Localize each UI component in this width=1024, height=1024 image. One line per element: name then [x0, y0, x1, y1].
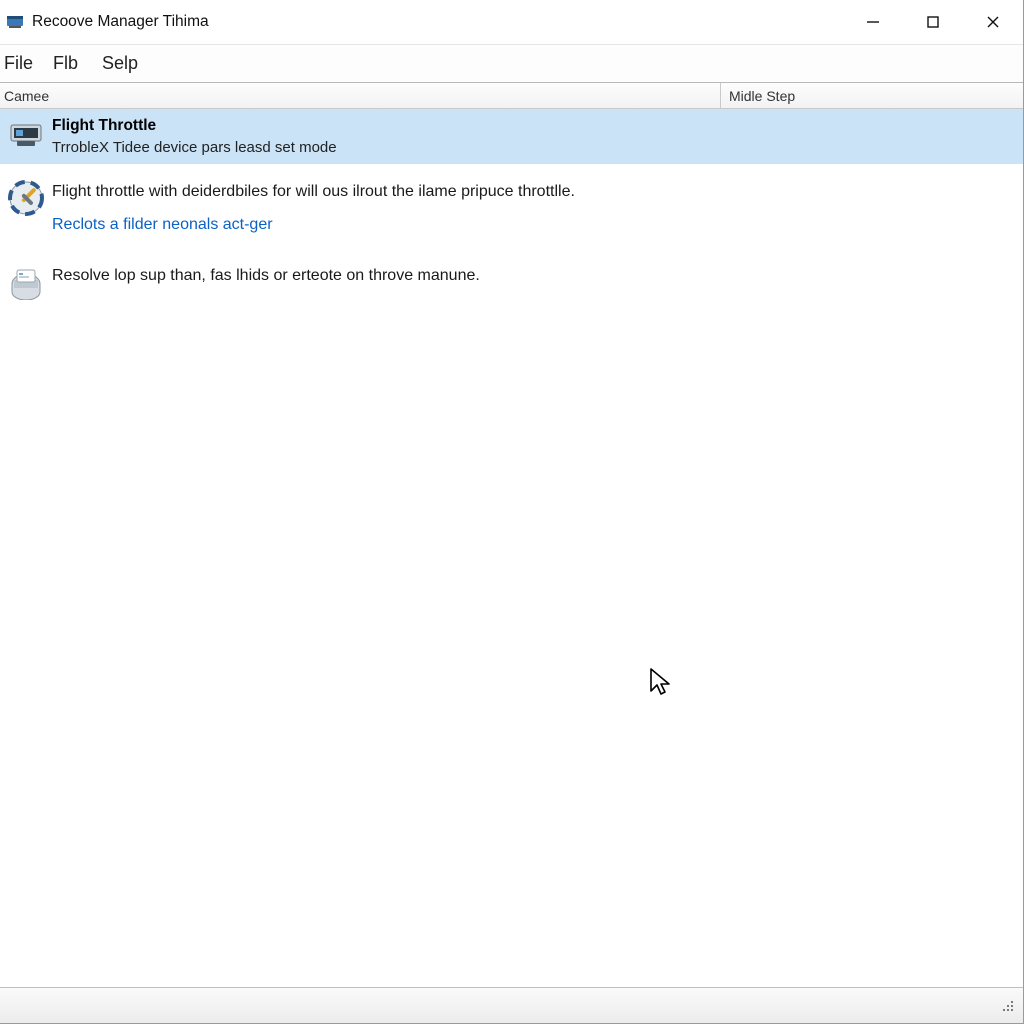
resize-grip-icon[interactable] [999, 997, 1017, 1015]
printer-icon [0, 262, 52, 300]
troubleshoot-icon [0, 178, 52, 216]
content-pane[interactable]: Flight Throttle TrrobleX Tidee device pa… [0, 109, 1023, 987]
titlebar[interactable]: Recoove Manager Tihima [0, 0, 1023, 45]
list-item-resolve[interactable]: Resolve lop sup than, fas lhids or erteo… [0, 252, 1023, 308]
menu-file[interactable]: File [2, 45, 47, 82]
column-step[interactable]: Midle Step [721, 83, 1023, 108]
menubar: File Flb Selp [0, 45, 1023, 83]
column-header: Camee Midle Step [0, 83, 1023, 109]
troubleshoot-link[interactable]: Reclots a filder neonals act-ger [52, 213, 273, 238]
maximize-button[interactable] [903, 0, 963, 45]
app-window: Recoove Manager Tihima File Flb Selp Cam… [0, 0, 1024, 1024]
cursor-icon [649, 667, 671, 695]
troubleshoot-text: Flight throttle with deiderdbiles for wi… [52, 180, 1023, 205]
column-name[interactable]: Camee [0, 83, 721, 108]
menu-selp[interactable]: Selp [96, 45, 156, 82]
statusbar [0, 987, 1023, 1023]
list-item-subtitle: TrrobleX Tidee device pars leasd set mod… [52, 139, 1023, 156]
close-button[interactable] [963, 0, 1023, 45]
device-icon [0, 115, 52, 153]
app-icon [6, 13, 24, 31]
list-item-troubleshoot[interactable]: Flight throttle with deiderdbiles for wi… [0, 164, 1023, 252]
menu-flb[interactable]: Flb [47, 45, 96, 82]
resolve-text: Resolve lop sup than, fas lhids or erteo… [52, 264, 1023, 289]
minimize-button[interactable] [843, 0, 903, 45]
window-title: Recoove Manager Tihima [32, 13, 209, 31]
list-item-title: Flight Throttle [52, 117, 1023, 135]
list-item-flight-throttle[interactable]: Flight Throttle TrrobleX Tidee device pa… [0, 109, 1023, 164]
